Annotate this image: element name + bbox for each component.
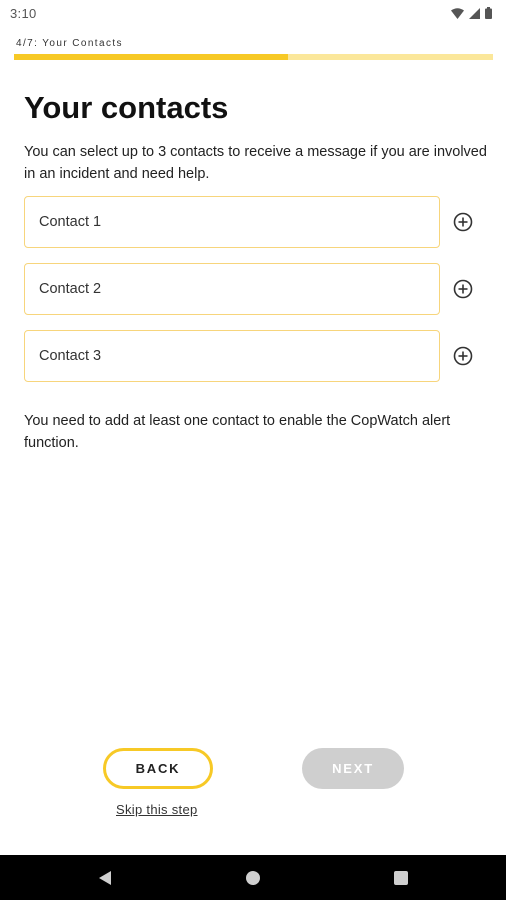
contact-2-placeholder: Contact 2: [39, 281, 102, 297]
progress-bar-fill: [14, 54, 288, 60]
status-bar: 3:10: [0, 0, 506, 26]
contact-3-placeholder: Contact 3: [39, 348, 102, 364]
status-time: 3:10: [10, 5, 37, 21]
signal-icon: [469, 7, 480, 19]
contacts-screen: 3:10 4/7: Your Contacts Your contacts Yo…: [0, 0, 506, 900]
contact-2-field[interactable]: Contact 2: [24, 263, 440, 315]
add-contact-2-button[interactable]: [451, 277, 475, 301]
contact-row-1: Contact 1: [24, 196, 484, 248]
add-circle-icon: [453, 212, 473, 232]
contact-row-3: Contact 3: [24, 330, 484, 382]
wifi-icon: [451, 7, 464, 19]
page-description: You can select up to 3 contacts to recei…: [24, 144, 487, 182]
add-circle-icon: [453, 346, 473, 366]
system-nav-bar: [0, 855, 506, 900]
add-contact-3-button[interactable]: [451, 344, 475, 368]
contact-row-2: Contact 2: [24, 263, 484, 315]
add-contact-1-button[interactable]: [451, 210, 475, 234]
helper-text: You need to add at least one contact to …: [24, 413, 451, 451]
contact-1-placeholder: Contact 1: [39, 214, 102, 230]
step-label: 4/7: Your Contacts: [16, 38, 123, 49]
progress-bar: [14, 54, 493, 60]
add-circle-icon: [453, 279, 473, 299]
page-title: Your contacts: [24, 90, 229, 125]
back-triangle-icon: [99, 870, 111, 885]
recents-square-icon: [394, 870, 408, 885]
nav-back-button[interactable]: [88, 855, 122, 900]
nav-home-button[interactable]: [236, 855, 270, 900]
next-button[interactable]: NEXT: [302, 748, 404, 789]
contact-3-field[interactable]: Contact 3: [24, 330, 440, 382]
status-icons: [451, 7, 492, 19]
back-button[interactable]: BACK: [103, 748, 213, 789]
battery-icon: [485, 7, 492, 19]
nav-recents-button[interactable]: [384, 855, 418, 900]
skip-step-link[interactable]: Skip this step: [116, 802, 198, 817]
contact-1-field[interactable]: Contact 1: [24, 196, 440, 248]
home-circle-icon: [246, 870, 260, 885]
